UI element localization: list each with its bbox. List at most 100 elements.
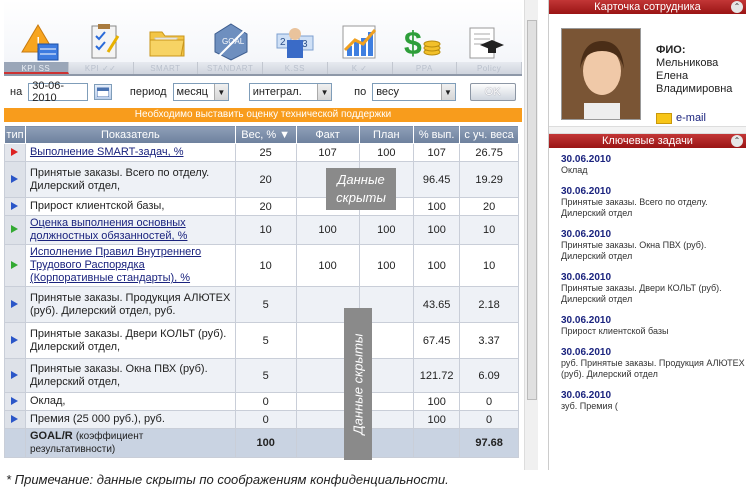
weight-cell: 10 — [234, 244, 297, 287]
people-ranking-icon[interactable]: 23 — [267, 6, 323, 62]
mode-select[interactable]: интеграл. ▼ — [248, 83, 333, 101]
scrollbar[interactable] — [524, 0, 538, 470]
svg-text:$: $ — [404, 25, 422, 61]
col-pct[interactable]: % вып. — [413, 125, 461, 144]
indicator-link[interactable]: Исполнение Правил Внутреннего Трудового … — [30, 246, 201, 284]
col-indicator[interactable]: Показатель — [24, 125, 236, 144]
col-weight[interactable]: Вес, % ▼ — [234, 125, 297, 144]
pct-cell: 67.45 — [413, 322, 461, 359]
indicator-link[interactable]: Оценка выполнения основных должностных о… — [30, 217, 187, 242]
smart-folder-icon[interactable] — [139, 6, 195, 62]
goal-compass-icon[interactable]: GOAL — [203, 6, 259, 62]
email-link[interactable]: e-mail — [656, 112, 706, 124]
table-row[interactable]: Прирост клиентской базы, 20 100 20 — [4, 197, 519, 216]
period-label: период — [129, 86, 167, 98]
tech-support-banner[interactable]: Необходимо выставить оценку технической … — [4, 108, 522, 122]
ok-button[interactable]: OK — [469, 83, 516, 101]
weight-cell: 20 — [234, 161, 297, 198]
tab-k-check[interactable]: K ✓ — [328, 62, 393, 74]
tab-kpi-check[interactable]: KPI ✓✓ — [69, 62, 134, 74]
triangle-icon — [11, 370, 19, 379]
calendar-icon[interactable] — [94, 84, 112, 100]
weight-cell: 25 — [234, 143, 297, 162]
task-text: Оклад — [561, 165, 588, 175]
pct-cell: 100 — [413, 215, 461, 245]
first-name: Елена — [656, 70, 689, 82]
table-row[interactable]: Принятые заказы. Продукция АЛЮТЕХ (руб).… — [4, 286, 519, 323]
module-toolbar: ! GOAL 23 $ — [4, 0, 522, 62]
growth-chart-icon[interactable] — [331, 6, 387, 62]
key-task-item[interactable]: 30.06.2010 руб. Принятые заказы. Продукци… — [561, 347, 746, 380]
by-select[interactable]: весу ▼ — [372, 83, 456, 101]
key-task-item[interactable]: 30.06.2010 Принятые заказы. Всего по отде… — [561, 186, 746, 219]
indicator-cell: Оклад, — [24, 392, 236, 411]
tab-policy[interactable]: Policy — [457, 62, 522, 74]
kpi-warning-icon[interactable]: ! — [12, 6, 68, 62]
money-coins-icon[interactable]: $ — [394, 6, 450, 62]
by-value: весу — [376, 86, 400, 98]
table-row[interactable]: Оклад, 0 100 0 — [4, 392, 519, 411]
indicator-link[interactable]: Выполнение SMART-задач, % — [30, 146, 184, 158]
key-task-item[interactable]: 30.06.2010 Принятые заказы. Окна ПВХ (руб… — [561, 229, 746, 262]
tab-kpi-ss[interactable]: KPI SS — [4, 62, 69, 74]
weight-cell: 5 — [234, 358, 297, 393]
tab-standart[interactable]: STANDART — [198, 62, 263, 74]
triangle-icon — [11, 225, 19, 233]
row-marker[interactable] — [4, 358, 26, 393]
table-row[interactable]: Исполнение Правил Внутреннего Трудового … — [4, 244, 519, 287]
tab-ppa[interactable]: PPA — [393, 62, 458, 74]
key-task-item[interactable]: 30.06.2010 зуб. Премия ( — [561, 390, 746, 412]
fact-cell: 100 — [295, 215, 360, 245]
row-marker[interactable] — [4, 410, 26, 429]
key-task-item[interactable]: 30.06.2010 Оклад — [561, 154, 746, 176]
col-plan[interactable]: План — [358, 125, 415, 144]
indicator-cell: Принятые заказы. Продукция АЛЮТЕХ (руб).… — [24, 286, 236, 323]
plan-cell: 100 — [358, 215, 415, 245]
table-row[interactable]: Премия (25 000 руб.), руб. 0 100 0 — [4, 410, 519, 429]
indicator-cell[interactable]: Оценка выполнения основных должностных о… — [24, 215, 236, 245]
row-marker[interactable] — [4, 161, 26, 198]
col-weighted[interactable]: с уч. веса — [459, 125, 519, 144]
table-row[interactable]: Выполнение SMART-задач, % 25 107 100 107 26.7… — [4, 143, 519, 162]
kpi-table: тип Показатель Вес, % ▼ Факт План % вып.… — [4, 125, 519, 458]
task-date: 30.06.2010 — [561, 315, 612, 326]
weighted-cell: 10 — [459, 215, 519, 245]
middle-name: Владимировна — [656, 83, 733, 95]
filter-bar: на 30-06-2010 период месяц ▼ интеграл. ▼ п… — [4, 76, 522, 108]
row-marker[interactable] — [4, 197, 26, 216]
tab-smart[interactable]: SMART — [134, 62, 199, 74]
col-fact[interactable]: Факт — [295, 125, 360, 144]
total-spacer — [4, 428, 26, 458]
by-label: по — [354, 86, 367, 98]
kpi-checklist-icon[interactable] — [76, 6, 132, 62]
triangle-icon — [11, 396, 19, 405]
date-input[interactable]: 30-06-2010 — [28, 80, 89, 104]
table-row[interactable]: Принятые заказы. Всего по отделу. Дилерс… — [4, 161, 519, 198]
scrollbar-thumb[interactable] — [527, 20, 537, 400]
row-marker[interactable] — [4, 286, 26, 323]
key-task-item[interactable]: 30.06.2010 Принятые заказы. Двери КОЛЬТ (… — [561, 272, 746, 305]
weighted-cell: 2.18 — [459, 286, 519, 323]
plan-cell: 100 — [358, 244, 415, 287]
row-marker[interactable] — [4, 392, 26, 411]
row-marker[interactable] — [4, 244, 26, 287]
key-task-item[interactable]: 30.06.2010 Прирост клиентской базы — [561, 315, 746, 337]
period-value: месяц — [176, 86, 208, 98]
table-row[interactable]: Принятые заказы. Двери КОЛЬТ (руб). Диле… — [4, 322, 519, 359]
row-marker[interactable] — [4, 322, 26, 359]
policy-graduation-icon[interactable] — [458, 6, 514, 62]
collapse-icon[interactable]: ⌃ — [731, 1, 743, 13]
table-row[interactable]: Принятые заказы. Окна ПВХ (руб). Дилерск… — [4, 358, 519, 393]
triangle-icon — [11, 335, 19, 344]
row-marker[interactable] — [4, 143, 26, 162]
tab-k-ss[interactable]: K.SS — [263, 62, 328, 74]
indicator-cell[interactable]: Выполнение SMART-задач, % — [24, 143, 236, 162]
empty-cell — [413, 428, 461, 458]
period-select[interactable]: месяц ▼ — [172, 83, 229, 101]
row-marker[interactable] — [4, 215, 26, 245]
collapse-icon[interactable]: ⌃ — [731, 135, 743, 147]
indicator-cell[interactable]: Исполнение Правил Внутреннего Трудового … — [24, 244, 236, 287]
table-row[interactable]: Оценка выполнения основных должностных о… — [4, 215, 519, 245]
last-name: Мельникова — [656, 57, 719, 69]
task-date: 30.06.2010 — [561, 186, 612, 197]
